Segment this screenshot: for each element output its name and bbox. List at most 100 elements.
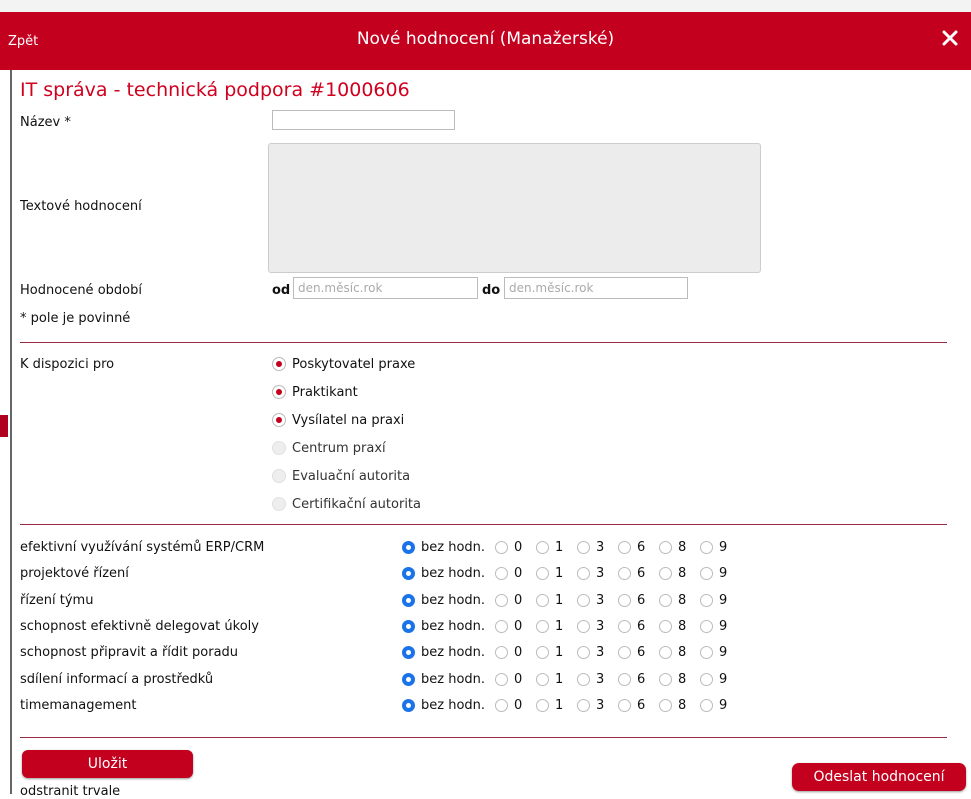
rating-radio[interactable]	[700, 698, 714, 712]
submit-evaluation-button[interactable]: Odeslat hodnocení	[792, 763, 966, 791]
rating-option[interactable]: bez hodn.	[402, 593, 485, 608]
rating-option[interactable]: 6	[618, 698, 649, 713]
rating-radio[interactable]	[659, 646, 673, 660]
rating-option[interactable]: 0	[495, 619, 526, 634]
rating-option[interactable]: 3	[577, 619, 608, 634]
rating-option[interactable]: 9	[700, 593, 731, 608]
rating-radio[interactable]	[618, 646, 632, 660]
rating-radio[interactable]	[402, 567, 415, 581]
rating-option[interactable]: 1	[536, 698, 567, 713]
rating-radio[interactable]	[577, 698, 591, 712]
rating-radio[interactable]	[618, 567, 632, 581]
rating-radio[interactable]	[659, 698, 673, 712]
rating-option[interactable]: 0	[495, 540, 526, 555]
rating-radio[interactable]	[700, 619, 714, 633]
rating-radio[interactable]	[495, 567, 509, 581]
rating-option[interactable]: 3	[577, 593, 608, 608]
rating-radio[interactable]	[495, 541, 509, 554]
rating-option[interactable]: 6	[618, 566, 649, 581]
rating-radio[interactable]	[577, 541, 591, 554]
rating-option[interactable]: 8	[659, 540, 690, 555]
rating-option[interactable]: 9	[700, 619, 731, 634]
rating-radio[interactable]	[700, 541, 714, 554]
rating-radio[interactable]	[700, 593, 714, 607]
save-button[interactable]: Uložit	[22, 750, 193, 778]
rating-option[interactable]: 1	[536, 672, 567, 687]
rating-option[interactable]: 9	[700, 672, 731, 687]
rating-radio[interactable]	[495, 619, 509, 633]
rating-radio[interactable]	[495, 593, 509, 607]
rating-radio[interactable]	[536, 619, 550, 633]
rating-radio[interactable]	[402, 619, 415, 633]
rating-radio[interactable]	[659, 672, 673, 686]
rating-radio[interactable]	[577, 646, 591, 660]
rating-radio[interactable]	[402, 646, 415, 660]
close-icon[interactable]	[939, 27, 961, 49]
rating-option[interactable]: 0	[495, 672, 526, 687]
rating-radio[interactable]	[659, 593, 673, 607]
rating-option[interactable]: 0	[495, 698, 526, 713]
rating-option[interactable]: bez hodn.	[402, 540, 485, 555]
rating-radio[interactable]	[659, 567, 673, 581]
rating-radio[interactable]	[618, 619, 632, 633]
rating-option[interactable]: bez hodn.	[402, 645, 485, 660]
rating-option[interactable]: 0	[495, 593, 526, 608]
rating-option[interactable]: 8	[659, 593, 690, 608]
rating-radio[interactable]	[495, 672, 509, 686]
availability-option[interactable]: Praktikant	[272, 382, 358, 402]
rating-option[interactable]: 3	[577, 672, 608, 687]
rating-radio[interactable]	[536, 698, 550, 712]
rating-radio[interactable]	[618, 698, 632, 712]
rating-option[interactable]: 0	[495, 645, 526, 660]
rating-option[interactable]: 3	[577, 698, 608, 713]
rating-radio[interactable]	[402, 593, 415, 607]
rating-radio[interactable]	[700, 567, 714, 581]
rating-radio[interactable]	[618, 541, 632, 554]
rating-option[interactable]: 9	[700, 566, 731, 581]
availability-radio[interactable]	[272, 413, 286, 427]
rating-radio[interactable]	[536, 541, 550, 554]
rating-option[interactable]: 8	[659, 672, 690, 687]
rating-option[interactable]: 8	[659, 566, 690, 581]
rating-option[interactable]: 3	[577, 540, 608, 555]
rating-radio[interactable]	[700, 646, 714, 660]
rating-option[interactable]: bez hodn.	[402, 698, 485, 713]
rating-radio[interactable]	[402, 541, 415, 554]
period-from-input[interactable]	[293, 277, 478, 299]
rating-radio[interactable]	[618, 672, 632, 686]
period-to-input[interactable]	[504, 277, 688, 299]
rating-option[interactable]: 8	[659, 698, 690, 713]
rating-option[interactable]: 1	[536, 593, 567, 608]
rating-option[interactable]: 8	[659, 619, 690, 634]
rating-radio[interactable]	[577, 593, 591, 607]
rating-radio[interactable]	[577, 567, 591, 581]
availability-radio[interactable]	[272, 385, 286, 399]
rating-option[interactable]: bez hodn.	[402, 619, 485, 634]
rating-radio[interactable]	[536, 567, 550, 581]
rating-radio[interactable]	[577, 619, 591, 633]
rating-radio[interactable]	[536, 646, 550, 660]
rating-option[interactable]: 9	[700, 645, 731, 660]
name-input[interactable]	[272, 110, 455, 130]
rating-option[interactable]: 3	[577, 645, 608, 660]
rating-option[interactable]: 6	[618, 645, 649, 660]
rating-option[interactable]: 6	[618, 672, 649, 687]
rating-radio[interactable]	[618, 593, 632, 607]
rating-option[interactable]: bez hodn.	[402, 672, 485, 687]
rating-option[interactable]: 9	[700, 698, 731, 713]
text-evaluation-textarea[interactable]	[268, 143, 761, 273]
rating-radio[interactable]	[495, 646, 509, 660]
rating-radio[interactable]	[659, 619, 673, 633]
rating-option[interactable]: 9	[700, 540, 731, 555]
rating-option[interactable]: 3	[577, 566, 608, 581]
rating-radio[interactable]	[536, 672, 550, 686]
rating-option[interactable]: 1	[536, 566, 567, 581]
rating-radio[interactable]	[402, 672, 415, 686]
rating-option[interactable]: 0	[495, 566, 526, 581]
rating-radio[interactable]	[577, 672, 591, 686]
availability-option[interactable]: Vysílatel na praxi	[272, 410, 404, 430]
rating-option[interactable]: bez hodn.	[402, 566, 485, 581]
rating-option[interactable]: 1	[536, 645, 567, 660]
remove-permanently-link[interactable]: odstranit trvale	[20, 784, 120, 799]
rating-option[interactable]: 1	[536, 540, 567, 555]
